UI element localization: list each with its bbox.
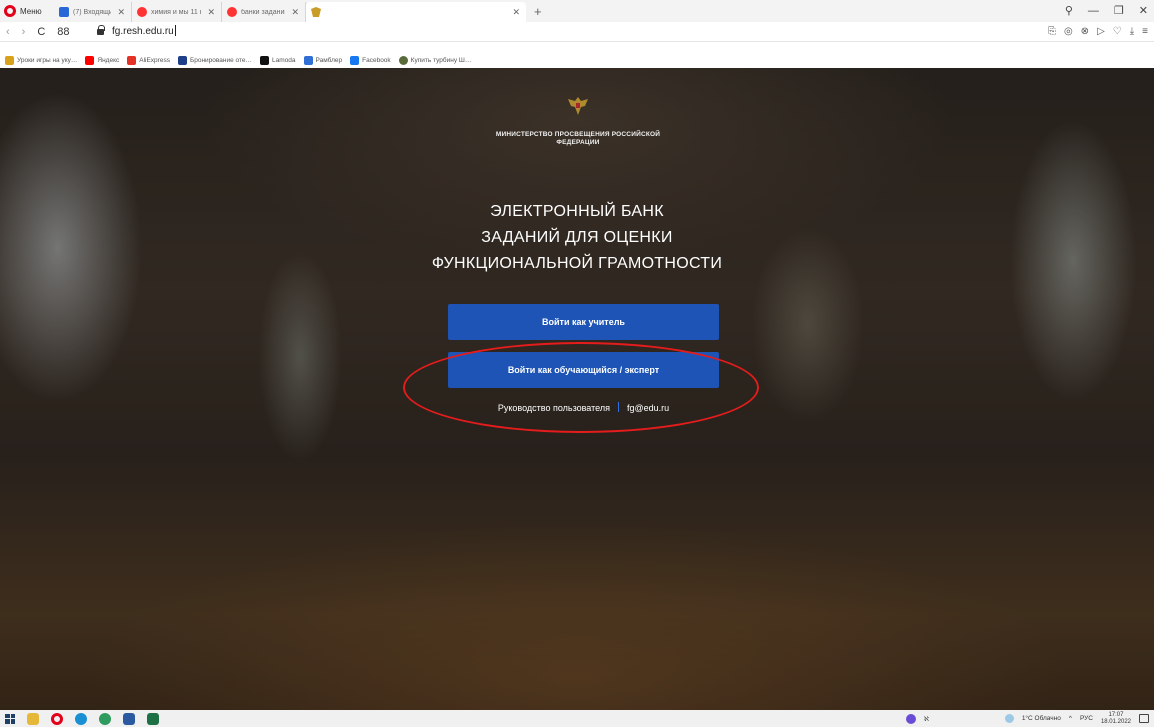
address-bar-tools: ⎘ ◎ ⊗ ▷ ♡ ⤓ ≡ bbox=[1048, 24, 1148, 40]
weather-icon[interactable] bbox=[1004, 714, 1014, 723]
tab-label: банки заданий по функц bbox=[241, 8, 285, 16]
landing-content: МИНИСТЕРСТВО ПРОСВЕЩЕНИЯ РОССИЙСКОЙ ФЕДЕ… bbox=[0, 68, 1154, 710]
camera-icon[interactable]: ◎ bbox=[1064, 24, 1073, 40]
back-button[interactable]: ‹ bbox=[6, 24, 10, 40]
clock-time: 17:07 bbox=[1108, 711, 1124, 718]
tab-label: химия и мы 11 класс вниз bbox=[151, 8, 201, 16]
reload-button[interactable]: C bbox=[37, 24, 45, 40]
windows-start-icon[interactable] bbox=[5, 713, 15, 724]
weather-text[interactable]: 1°C Облачно bbox=[1022, 715, 1061, 722]
restore-button[interactable]: ❐ bbox=[1114, 2, 1124, 20]
bookmark-item[interactable]: Яндекс bbox=[85, 55, 120, 65]
yandex-icon bbox=[85, 55, 95, 65]
navigation-buttons: ‹ › C 88 bbox=[6, 24, 70, 40]
bookmark-item[interactable]: Купить турбину Ш… bbox=[398, 55, 472, 65]
close-icon[interactable]: ✕ bbox=[512, 7, 520, 18]
bookmark-item[interactable]: Рамблер bbox=[303, 55, 343, 65]
bookmark-label: Рамблер bbox=[315, 56, 343, 64]
rambler-icon bbox=[303, 55, 313, 65]
title-line: ЭЛЕКТРОННЫЙ БАНК bbox=[490, 203, 664, 220]
bookmark-label: Facebook bbox=[362, 56, 391, 64]
clock-date: 18.01.2022 bbox=[1100, 718, 1131, 725]
assistant-icon[interactable] bbox=[905, 713, 916, 724]
yandex-icon bbox=[227, 7, 237, 17]
app-icon[interactable] bbox=[99, 712, 111, 725]
word-icon[interactable] bbox=[123, 712, 135, 725]
eagle-emblem-icon bbox=[568, 97, 588, 115]
opera-icon[interactable] bbox=[51, 712, 63, 725]
new-tab-button[interactable]: + bbox=[534, 2, 542, 22]
turbine-icon bbox=[398, 55, 408, 65]
file-explorer-icon[interactable] bbox=[27, 712, 39, 725]
page-background: МИНИСТЕРСТВО ПРОСВЕЩЕНИЯ РОССИЙСКОЙ ФЕДЕ… bbox=[0, 68, 1154, 710]
snapshot-icon[interactable]: ⎘ bbox=[1048, 24, 1056, 40]
bookmark-label: Уроки игры на уку… bbox=[17, 56, 78, 64]
windows-taskbar: ℵ 1°C Облачно ^ РУС 17:07 18.01.2022 bbox=[0, 710, 1154, 727]
bookmark-item[interactable]: AliExpress bbox=[127, 55, 170, 65]
title-line: ФУНКЦИОНАЛЬНОЙ ГРАМОТНОСТИ bbox=[431, 255, 723, 272]
url-field[interactable]: fg.resh.edu.ru bbox=[112, 25, 176, 39]
bookmarks-bar: Уроки игры на уку… Яндекс AliExpress Бро… bbox=[0, 52, 1154, 68]
close-icon[interactable]: ✕ bbox=[207, 7, 215, 18]
address-bar-row: ‹ › C 88 fg.resh.edu.ru ⎘ ◎ ⊗ ▷ ♡ ⤓ ≡ bbox=[0, 22, 1154, 42]
adblock-icon[interactable]: ⊗ bbox=[1081, 24, 1089, 40]
browser-tab-bar: Меню (7) Входящие - Почта Mail ✕ химия и… bbox=[0, 0, 1154, 22]
ministry-name: МИНИСТЕРСТВО ПРОСВЕЩЕНИЯ РОССИЙСКОЙ ФЕДЕ… bbox=[495, 131, 661, 146]
tab-label: (7) Входящие - Почта Mail bbox=[73, 8, 112, 16]
people-icon[interactable]: ℵ bbox=[924, 715, 929, 723]
menu-icon[interactable]: ≡ bbox=[1142, 24, 1148, 40]
notifications-icon[interactable] bbox=[1139, 714, 1149, 723]
close-window-button[interactable]: ✕ bbox=[1139, 2, 1148, 20]
bookmark-label: Купить турбину Ш… bbox=[410, 56, 472, 64]
minimize-button[interactable]: — bbox=[1088, 2, 1099, 20]
close-icon[interactable]: ✕ bbox=[291, 7, 299, 18]
lamoda-icon bbox=[260, 55, 270, 65]
system-tray: ℵ 1°C Облачно ^ РУС 17:07 18.01.2022 bbox=[905, 710, 1149, 727]
eagle-icon bbox=[311, 7, 321, 17]
excel-icon[interactable] bbox=[147, 712, 159, 725]
bookmark-item[interactable]: Бронирование оте… bbox=[177, 55, 253, 65]
tab-search-chemistry[interactable]: химия и мы 11 класс вниз ✕ bbox=[132, 2, 222, 22]
aliexpress-icon bbox=[127, 55, 137, 65]
tab-strip: (7) Входящие - Почта Mail ✕ химия и мы 1… bbox=[54, 2, 542, 22]
tab-active-fg-resh[interactable]: ✕ bbox=[306, 2, 526, 22]
chevron-up-icon[interactable]: ^ bbox=[1069, 715, 1072, 722]
taskbar-apps bbox=[5, 711, 159, 726]
opera-menu-button[interactable]: Меню bbox=[4, 3, 42, 19]
heart-icon[interactable]: ♡ bbox=[1113, 24, 1122, 40]
bookmark-label: Бронирование оте… bbox=[189, 56, 253, 64]
tab-search-banks[interactable]: банки заданий по функц ✕ bbox=[222, 2, 306, 22]
page-title: ЭЛЕКТРОННЫЙ БАНК ЗАДАНИЙ ДЛЯ ОЦЕНКИ ФУНК… bbox=[377, 199, 777, 277]
title-line: ЗАДАНИЙ ДЛЯ ОЦЕНКИ bbox=[481, 229, 673, 246]
download-icon[interactable]: ⤓ bbox=[1130, 24, 1134, 40]
clock[interactable]: 17:07 18.01.2022 bbox=[1101, 712, 1131, 726]
language-indicator[interactable]: РУС bbox=[1080, 715, 1093, 722]
search-tabs-icon[interactable]: ⚲ bbox=[1065, 2, 1073, 20]
speed-dial-icon[interactable]: 88 bbox=[57, 24, 69, 40]
bookmark-item[interactable]: Lamoda bbox=[260, 55, 296, 65]
opera-logo-icon bbox=[4, 5, 16, 17]
lock-icon[interactable] bbox=[97, 25, 105, 36]
bookmark-label: Яндекс bbox=[97, 56, 120, 64]
menu-label: Меню bbox=[20, 6, 42, 16]
bookmark-label: AliExpress bbox=[139, 56, 170, 64]
booking-icon bbox=[177, 55, 187, 65]
mail-icon bbox=[59, 7, 69, 17]
bookmark-label: Lamoda bbox=[272, 56, 296, 64]
bookmark-item[interactable]: Facebook bbox=[350, 55, 391, 65]
login-teacher-button[interactable]: Войти как учитель bbox=[448, 304, 719, 340]
red-annotation-ellipse bbox=[403, 342, 759, 433]
forward-button[interactable]: › bbox=[22, 24, 26, 40]
window-controls: ⚲ — ❐ ✕ bbox=[1065, 2, 1148, 20]
yandex-icon bbox=[137, 7, 147, 17]
bookmark-icon bbox=[5, 55, 14, 65]
bookmark-item[interactable]: Уроки игры на уку… bbox=[5, 55, 78, 65]
facebook-icon bbox=[350, 55, 360, 65]
flow-icon[interactable]: ▷ bbox=[1097, 24, 1105, 40]
close-icon[interactable]: ✕ bbox=[117, 7, 125, 18]
tab-mail[interactable]: (7) Входящие - Почта Mail ✕ bbox=[54, 2, 132, 22]
edge-icon[interactable] bbox=[75, 712, 87, 725]
